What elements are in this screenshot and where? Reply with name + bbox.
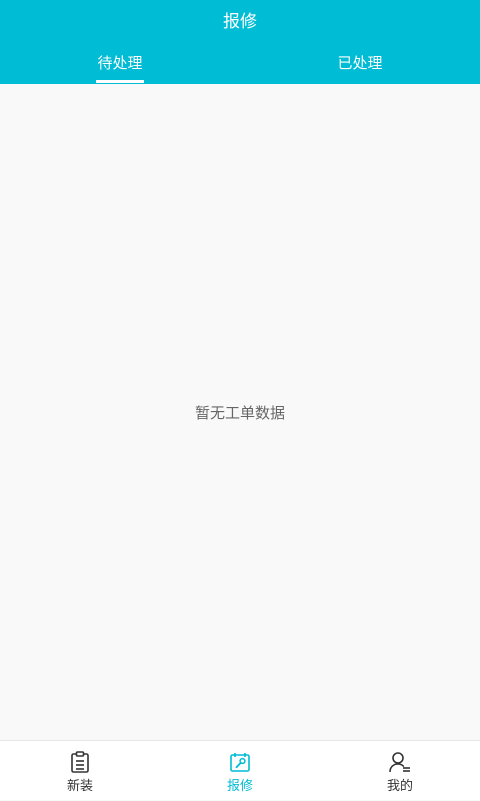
tab-processed[interactable]: 已处理	[240, 44, 480, 84]
top-header: 报修 待处理 已处理	[0, 0, 480, 84]
nav-label-new-install: 新装	[66, 779, 93, 794]
page-title: 报修	[223, 12, 257, 32]
user-icon	[389, 752, 410, 773]
tab-pending-label: 待处理	[97, 54, 143, 72]
tab-pending[interactable]: 待处理	[0, 44, 240, 84]
nav-label-repair: 报修	[226, 779, 253, 794]
tab-bar: 待处理 已处理	[0, 44, 480, 84]
nav-item-new-install[interactable]: 新装	[0, 741, 160, 801]
nav-label-mine: 我的	[386, 779, 413, 794]
nav-item-repair[interactable]: 报修	[160, 741, 320, 801]
empty-state-message: 暂无工单数据	[194, 404, 285, 422]
main-content: 暂无工单数据	[0, 84, 480, 740]
bottom-navigation: 新装 报修 我的	[0, 740, 480, 800]
clipboard-icon	[71, 751, 89, 773]
nav-item-mine[interactable]: 我的	[320, 741, 480, 801]
wrench-icon	[230, 753, 250, 772]
active-tab-indicator	[96, 80, 144, 83]
tab-processed-label: 已处理	[337, 54, 383, 72]
